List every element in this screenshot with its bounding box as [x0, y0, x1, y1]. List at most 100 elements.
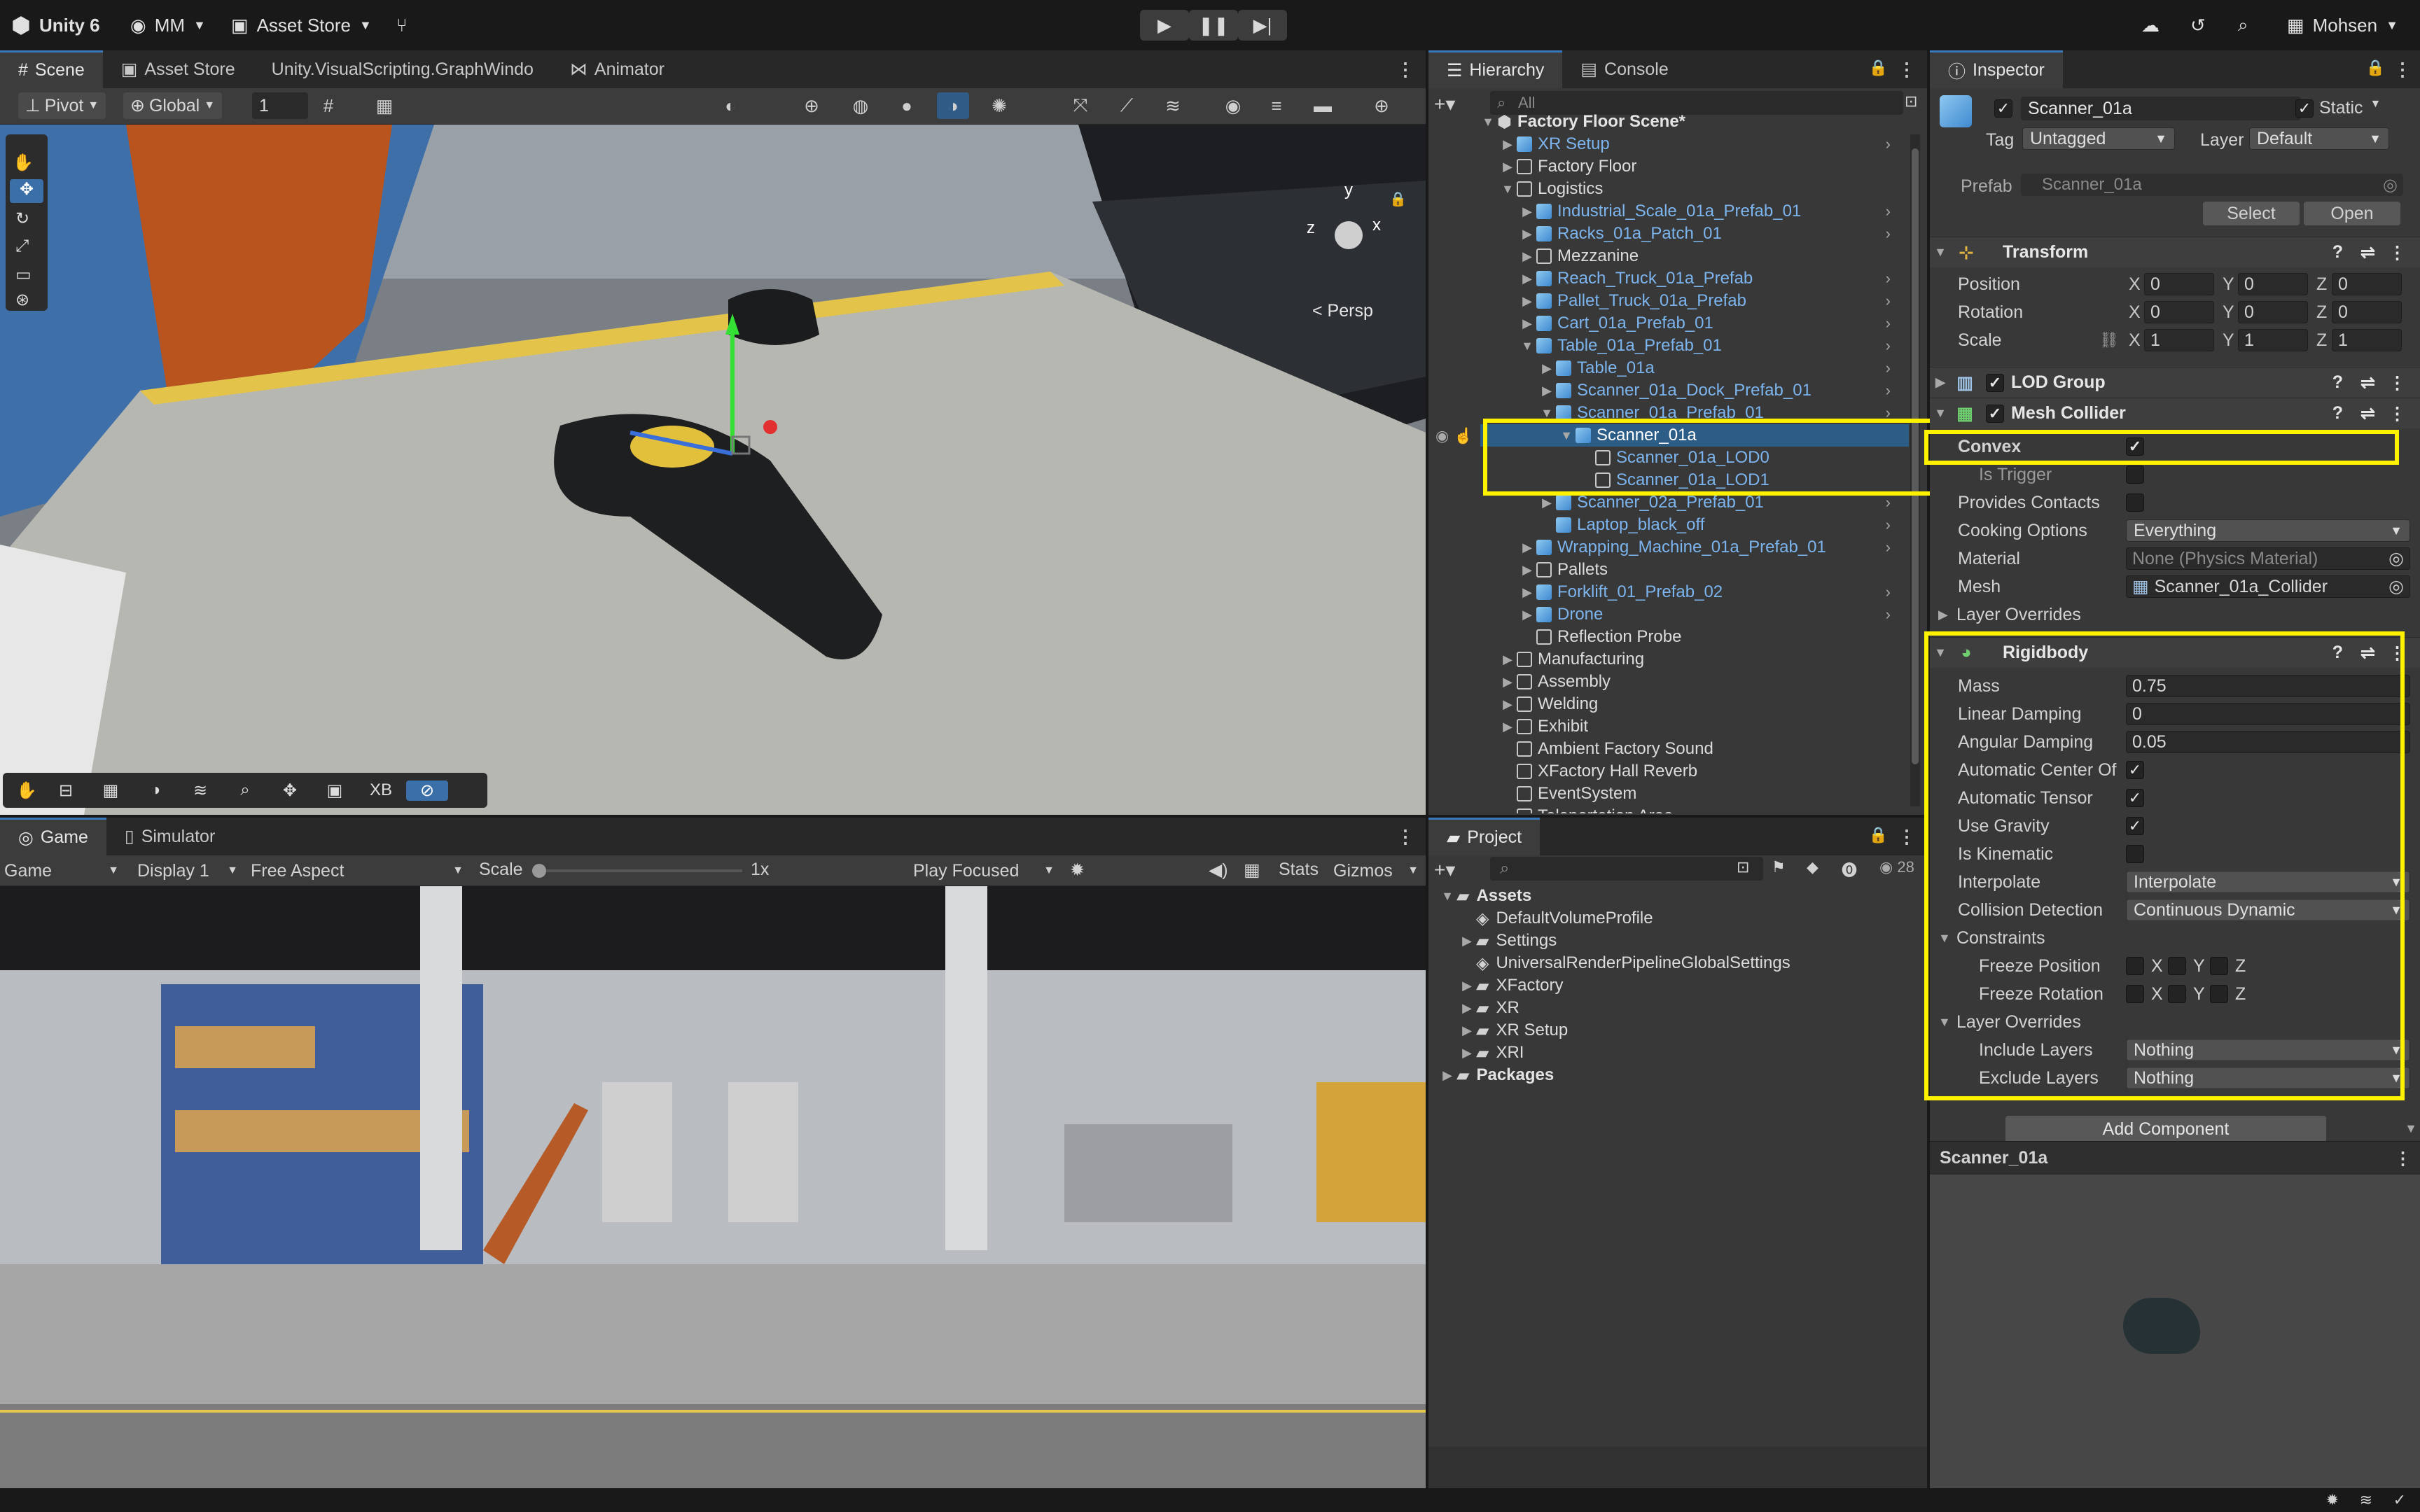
- scale-tool-icon[interactable]: ⤢: [15, 237, 29, 256]
- expand-arrow-icon[interactable]: ▶: [1458, 934, 1476, 948]
- gizmos-icon[interactable]: ⊕: [1365, 92, 1398, 119]
- freeze-rot-x-checkbox[interactable]: [2126, 985, 2144, 1003]
- tree-row[interactable]: ▶ Racks_01a_Patch_01 ›: [1518, 223, 1909, 245]
- freeze-pos-x-checkbox[interactable]: [2126, 957, 2144, 975]
- history-icon[interactable]: ↺: [2190, 10, 2206, 41]
- step-button[interactable]: ▶|: [1238, 10, 1287, 41]
- component-more-icon[interactable]: ⋮: [2388, 242, 2406, 263]
- pivot-dropdown[interactable]: ⊥ Pivot ▼: [18, 92, 106, 119]
- position-x-field[interactable]: 0: [2144, 273, 2214, 295]
- position-y-field[interactable]: 0: [2238, 273, 2308, 295]
- scrollbar-thumb[interactable]: [1912, 148, 1919, 764]
- expand-arrow-icon[interactable]: ▶: [1498, 137, 1517, 152]
- filter-type-icon[interactable]: ⚑: [1772, 858, 1786, 876]
- cloud-icon[interactable]: ☁: [2141, 10, 2160, 41]
- sliders-icon[interactable]: ⊟: [45, 780, 87, 801]
- expand-arrow-icon[interactable]: ▶: [1438, 1068, 1456, 1083]
- hierarchy-visibility-gutter[interactable]: [1428, 111, 1463, 813]
- freeze-rot-y-checkbox[interactable]: [2168, 985, 2186, 1003]
- label-filter-icon[interactable]: ◆: [1807, 858, 1819, 876]
- expand-arrow-icon[interactable]: ▶: [1518, 540, 1536, 555]
- grid-size-input[interactable]: 1: [252, 92, 308, 119]
- component-more-icon[interactable]: ⋮: [2388, 403, 2406, 424]
- mass-field[interactable]: 0.75: [2126, 675, 2410, 697]
- prefab-field[interactable]: Scanner_01a ◎: [2021, 174, 2403, 196]
- expand-arrow-icon[interactable]: ▶: [1498, 652, 1517, 667]
- scroll-down-icon[interactable]: ▼: [2405, 1121, 2417, 1136]
- row-chevron-icon[interactable]: ›: [1886, 359, 1891, 377]
- mute-audio-icon[interactable]: ◀): [1209, 860, 1228, 881]
- game-viewport[interactable]: [0, 886, 1426, 1488]
- tag-dropdown[interactable]: Untagged ▼: [2022, 127, 2175, 150]
- tree-row[interactable]: EventSystem: [1498, 783, 1909, 805]
- object-picker-icon[interactable]: ◎: [2388, 576, 2404, 597]
- expand-arrow-icon[interactable]: ▶: [1518, 294, 1536, 309]
- collision-detection-dropdown[interactable]: Continuous Dynamic ▼: [2126, 899, 2410, 921]
- expand-arrow-icon[interactable]: ▶: [1498, 160, 1517, 174]
- global-dropdown[interactable]: ⊕ Global ▼: [123, 92, 223, 119]
- fold-arrow-icon[interactable]: ▼: [1930, 245, 1951, 260]
- expand-arrow-icon[interactable]: ▶: [1458, 1001, 1476, 1016]
- freeze-pos-z-checkbox[interactable]: [2210, 957, 2228, 975]
- warning-filter-icon[interactable]: ⓿: [1842, 858, 1857, 881]
- draw-mode-icon[interactable]: ◐: [714, 92, 746, 119]
- game-more-icon[interactable]: ⋮: [1396, 826, 1414, 848]
- tree-row[interactable]: ▼ Table_01a_Prefab_01 ›: [1518, 335, 1909, 357]
- search-options-icon[interactable]: ⊡: [1905, 92, 1917, 111]
- is-kinematic-checkbox[interactable]: [2126, 845, 2144, 863]
- angular-damping-field[interactable]: 0.05: [2126, 731, 2410, 753]
- debug-icon[interactable]: ✹: [2326, 1491, 2339, 1509]
- grid-increment-icon[interactable]: ▦: [368, 92, 401, 119]
- component-more-icon[interactable]: ⋮: [2388, 372, 2406, 393]
- pause-button[interactable]: ❚❚: [1189, 10, 1238, 41]
- project-item-assets[interactable]: ▼ ▰ Assets: [1438, 885, 1937, 907]
- material-field[interactable]: None (Physics Material) ◎: [2126, 547, 2410, 570]
- display-dropdown[interactable]: Display 1 ▼: [137, 860, 242, 882]
- effects-icon[interactable]: ✺: [983, 92, 1015, 119]
- presets-icon[interactable]: ⇌: [2360, 242, 2375, 263]
- expand-arrow-icon[interactable]: ▶: [1518, 608, 1536, 622]
- expand-arrow-icon[interactable]: ▶: [1458, 1046, 1476, 1060]
- project-item[interactable]: ◈ DefaultVolumeProfile: [1458, 907, 1956, 930]
- exclude-layers-dropdown[interactable]: Nothing ▼: [2126, 1067, 2410, 1089]
- tree-row[interactable]: XFactory Hall Reverb: [1498, 760, 1909, 783]
- tab-inspector[interactable]: ⓘ Inspector: [1930, 50, 2063, 88]
- tab-project[interactable]: ▰ Project: [1428, 818, 1541, 855]
- expand-arrow-icon[interactable]: ▼: [1557, 428, 1576, 443]
- scale-y-field[interactable]: 1: [2238, 329, 2308, 351]
- tab-simulator[interactable]: ▯ Simulator: [106, 818, 233, 855]
- row-chevron-icon[interactable]: ›: [1886, 538, 1891, 556]
- expand-arrow-icon[interactable]: ▶: [1518, 249, 1536, 264]
- tree-row[interactable]: ▶ Pallets: [1518, 559, 1909, 581]
- use-gravity-checkbox[interactable]: ✓: [2126, 817, 2144, 835]
- help-icon[interactable]: ?: [2332, 242, 2343, 262]
- tree-row[interactable]: Ambient Factory Sound: [1498, 738, 1909, 760]
- row-chevron-icon[interactable]: ›: [1886, 292, 1891, 310]
- hand-tool-icon[interactable]: ✋: [13, 153, 34, 173]
- hierarchy-more-icon[interactable]: ⋮: [1898, 59, 1916, 80]
- scene-viewport[interactable]: ✋ ✥ ↻ ⤢ ▭ ⊛ y x z < Persp 🔒 ✋ ⊟ ▦ ◑ ≋ ⌕ …: [0, 125, 1426, 815]
- row-chevron-icon[interactable]: ›: [1886, 404, 1891, 422]
- lock-icon[interactable]: 🔒: [2366, 59, 2385, 77]
- presets-icon[interactable]: ⇌: [2360, 372, 2375, 393]
- rb-layer-overrides-row[interactable]: ▼ Layer Overrides: [1930, 1008, 2420, 1036]
- include-layers-dropdown[interactable]: Nothing ▼: [2126, 1039, 2410, 1061]
- asset-store-dropdown[interactable]: ▣ Asset Store ▼: [231, 10, 372, 41]
- expand-arrow-icon[interactable]: ▶: [1498, 675, 1517, 690]
- row-chevron-icon[interactable]: ›: [1886, 314, 1891, 332]
- mesh-collider-enabled-checkbox[interactable]: ✓: [1986, 404, 2004, 423]
- visibility-eye-icon[interactable]: ◉: [1435, 427, 1449, 445]
- hand-icon[interactable]: ✋: [11, 780, 42, 801]
- row-chevron-icon[interactable]: ›: [1886, 135, 1891, 153]
- wireframe-icon[interactable]: ◍: [844, 92, 877, 119]
- static-checkbox[interactable]: ✓: [2295, 99, 2314, 118]
- row-chevron-icon[interactable]: ›: [1886, 493, 1891, 512]
- static-dropdown[interactable]: Static ▼: [2319, 98, 2381, 118]
- tree-row[interactable]: ▶ Pallet_Truck_01a_Prefab ›: [1518, 290, 1909, 312]
- tree-row[interactable]: ▶ Scanner_01a_Dock_Prefab_01 ›: [1538, 379, 1909, 402]
- preview-viewport[interactable]: [1930, 1175, 2420, 1488]
- tab-scene[interactable]: # Scene: [0, 50, 103, 88]
- prefab-open-button[interactable]: Open: [2304, 202, 2400, 225]
- zoom-icon[interactable]: ⌕: [224, 780, 266, 800]
- object-picker-icon[interactable]: ◎: [2383, 175, 2398, 195]
